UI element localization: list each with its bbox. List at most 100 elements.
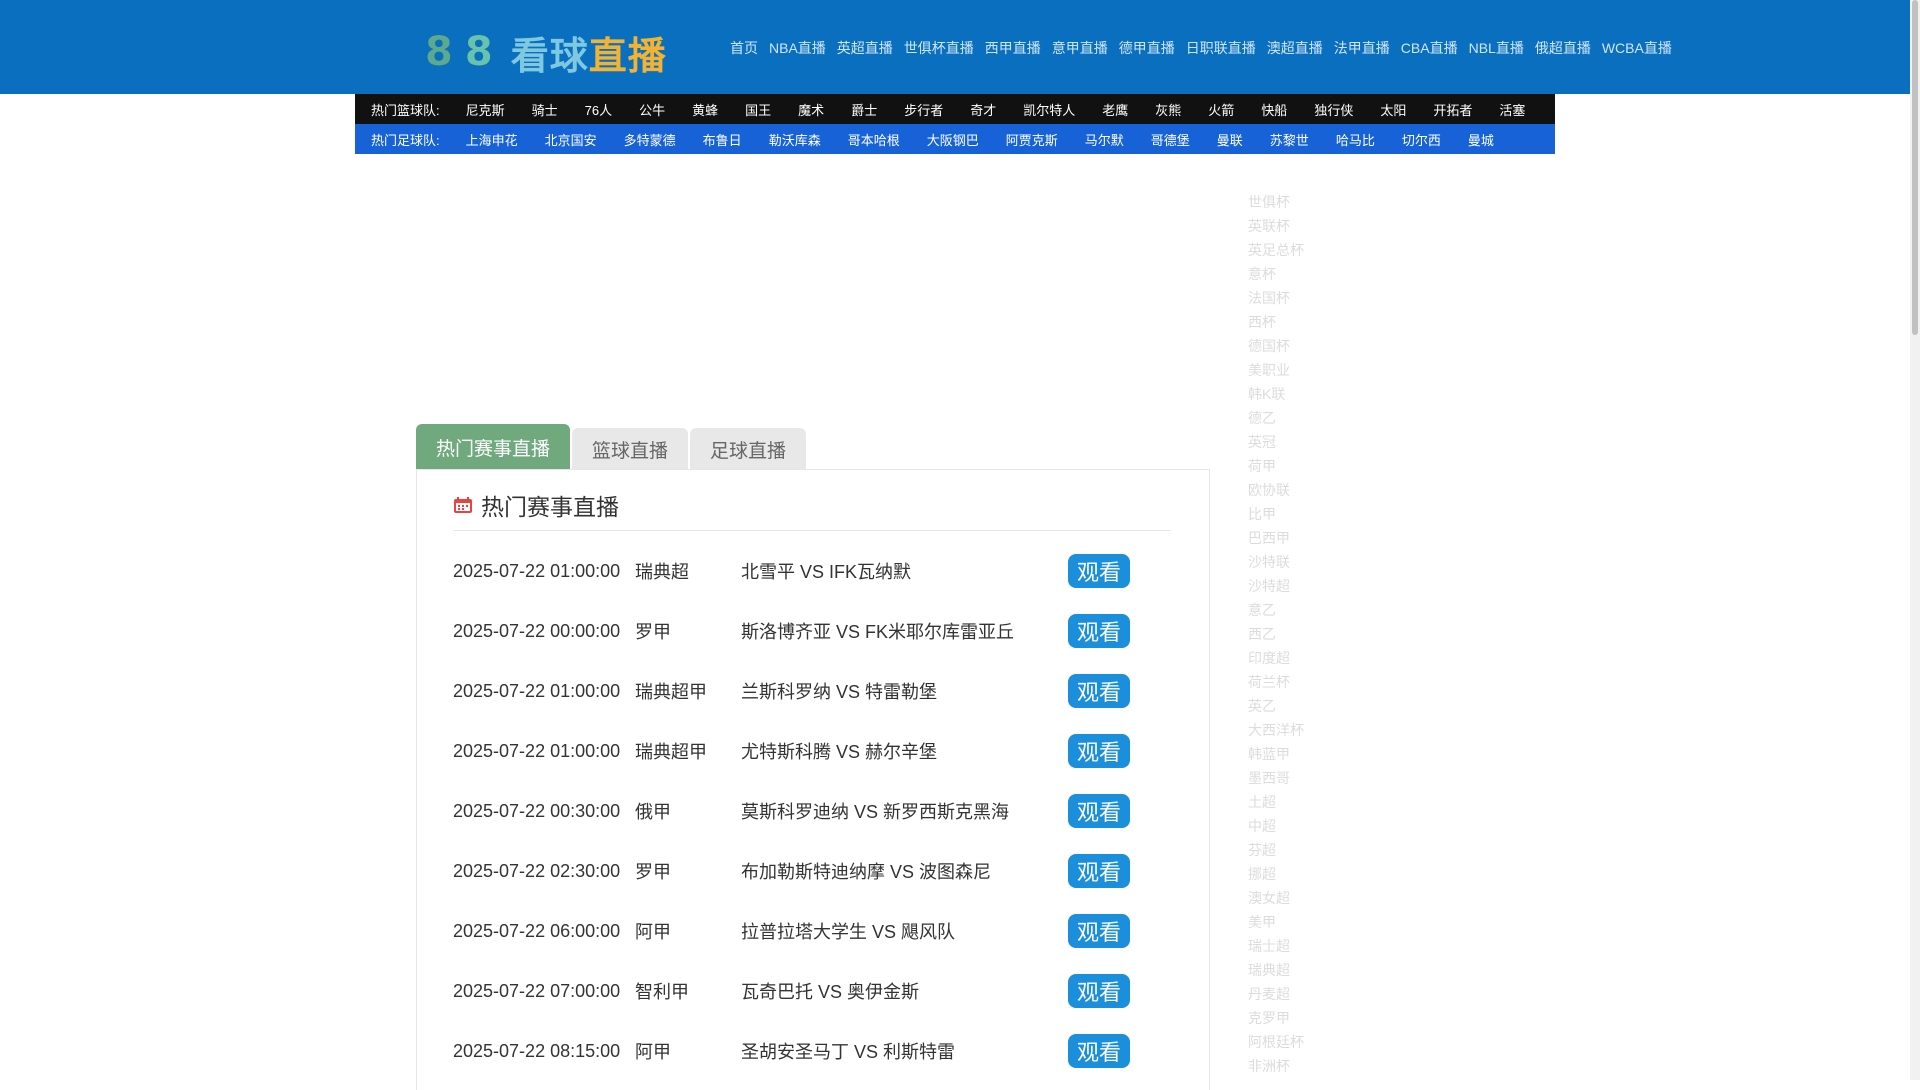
football-team-link[interactable]: 哥本哈根 (848, 130, 900, 149)
nav-link[interactable]: 英超直播 (837, 38, 893, 58)
league-link[interactable]: 意乙 (1248, 598, 1368, 622)
football-team-link[interactable]: 马尔默 (1085, 130, 1124, 149)
league-link[interactable]: 英足总杯 (1248, 238, 1368, 262)
football-team-link[interactable]: 大阪钢巴 (927, 130, 979, 149)
tab-football[interactable]: 足球直播 (690, 428, 807, 470)
football-team-link[interactable]: 布鲁日 (703, 130, 742, 149)
basketball-team-link[interactable]: 爵士 (851, 100, 877, 119)
match-teams[interactable]: 莫斯科罗迪纳 VS 新罗西斯克黑海 (741, 798, 1068, 824)
match-teams[interactable]: 斯洛博齐亚 VS FK米耶尔库雷亚丘 (741, 618, 1068, 644)
league-link[interactable]: 瑞士超 (1248, 934, 1368, 958)
football-team-link[interactable]: 切尔西 (1402, 130, 1441, 149)
league-link[interactable]: 美职业 (1248, 358, 1368, 382)
basketball-team-link[interactable]: 76人 (585, 100, 612, 119)
site-logo[interactable]: 8 8 看球直播 (425, 28, 667, 78)
football-team-link[interactable]: 多特蒙德 (624, 130, 676, 149)
basketball-team-link[interactable]: 奇才 (970, 100, 996, 119)
tab-basketball[interactable]: 篮球直播 (572, 428, 689, 470)
football-team-link[interactable]: 哥德堡 (1151, 130, 1190, 149)
football-team-link[interactable]: 阿贾克斯 (1006, 130, 1058, 149)
league-link[interactable]: 德国杯 (1248, 334, 1368, 358)
football-team-link[interactable]: 曼城 (1468, 130, 1494, 149)
football-team-link[interactable]: 曼联 (1217, 130, 1243, 149)
nav-link[interactable]: 意甲直播 (1052, 38, 1108, 58)
basketball-team-link[interactable]: 独行侠 (1314, 100, 1353, 119)
football-team-link[interactable]: 上海申花 (466, 130, 518, 149)
basketball-team-link[interactable]: 快船 (1261, 100, 1287, 119)
match-teams[interactable]: 北雪平 VS IFK瓦纳默 (741, 558, 1068, 584)
league-link[interactable]: 英冠 (1248, 430, 1368, 454)
watch-button[interactable]: 观看 (1068, 974, 1130, 1008)
match-teams[interactable]: 圣胡安圣马丁 VS 利斯特雷 (741, 1038, 1068, 1064)
league-link[interactable]: 韩K联 (1248, 382, 1368, 406)
league-link[interactable]: 澳女超 (1248, 886, 1368, 910)
basketball-team-link[interactable]: 国王 (745, 100, 771, 119)
basketball-team-link[interactable]: 魔术 (798, 100, 824, 119)
nav-link[interactable]: WCBA直播 (1602, 38, 1672, 58)
nav-link[interactable]: 日职联直播 (1186, 38, 1256, 58)
league-link[interactable]: 土超 (1248, 790, 1368, 814)
league-link[interactable]: 大西洋杯 (1248, 718, 1368, 742)
league-link[interactable]: 西杯 (1248, 310, 1368, 334)
nav-link[interactable]: 首页 (730, 38, 758, 58)
league-link[interactable]: 英乙 (1248, 694, 1368, 718)
nav-link[interactable]: 法甲直播 (1334, 38, 1390, 58)
league-link[interactable]: 非洲杯 (1248, 1054, 1368, 1078)
league-link[interactable]: 克罗甲 (1248, 1006, 1368, 1030)
match-teams[interactable]: 尤特斯科腾 VS 赫尔辛堡 (741, 738, 1068, 764)
watch-button[interactable]: 观看 (1068, 794, 1130, 828)
watch-button[interactable]: 观看 (1068, 674, 1130, 708)
nav-link[interactable]: 西甲直播 (985, 38, 1041, 58)
basketball-team-link[interactable]: 老鹰 (1102, 100, 1128, 119)
basketball-team-link[interactable]: 活塞 (1499, 100, 1525, 119)
match-teams[interactable]: 布加勒斯特迪纳摩 VS 波图森尼 (741, 858, 1068, 884)
nav-link[interactable]: 俄超直播 (1535, 38, 1591, 58)
basketball-team-link[interactable]: 尼克斯 (466, 100, 505, 119)
league-link[interactable]: 比甲 (1248, 502, 1368, 526)
league-link[interactable]: 意杯 (1248, 262, 1368, 286)
nav-link[interactable]: 世俱杯直播 (904, 38, 974, 58)
page-scrollbar[interactable] (1910, 0, 1920, 1080)
league-link[interactable]: 挪超 (1248, 862, 1368, 886)
league-link[interactable]: 印度超 (1248, 646, 1368, 670)
basketball-team-link[interactable]: 步行者 (904, 100, 943, 119)
league-link[interactable]: 阿根廷杯 (1248, 1030, 1368, 1054)
basketball-team-link[interactable]: 太阳 (1380, 100, 1406, 119)
basketball-team-link[interactable]: 火箭 (1208, 100, 1234, 119)
league-link[interactable]: 荷甲 (1248, 454, 1368, 478)
league-link[interactable]: 西乙 (1248, 622, 1368, 646)
basketball-team-link[interactable]: 开拓者 (1433, 100, 1472, 119)
league-link[interactable]: 荷兰杯 (1248, 670, 1368, 694)
league-link[interactable]: 韩蓝甲 (1248, 742, 1368, 766)
nav-link[interactable]: CBA直播 (1401, 38, 1458, 58)
nav-link[interactable]: 澳超直播 (1267, 38, 1323, 58)
league-link[interactable]: 法国杯 (1248, 286, 1368, 310)
football-team-link[interactable]: 苏黎世 (1270, 130, 1309, 149)
nav-link[interactable]: NBA直播 (769, 38, 826, 58)
league-link[interactable]: 美甲 (1248, 910, 1368, 934)
league-link[interactable]: 沙特超 (1248, 574, 1368, 598)
watch-button[interactable]: 观看 (1068, 734, 1130, 768)
scrollbar-thumb[interactable] (1912, 0, 1918, 335)
watch-button[interactable]: 观看 (1068, 1034, 1130, 1068)
basketball-team-link[interactable]: 灰熊 (1155, 100, 1181, 119)
tab-hot-events[interactable]: 热门赛事直播 (416, 424, 571, 470)
basketball-team-link[interactable]: 黄蜂 (692, 100, 718, 119)
basketball-team-link[interactable]: 骑士 (532, 100, 558, 119)
nav-link[interactable]: 德甲直播 (1119, 38, 1175, 58)
football-team-link[interactable]: 勒沃库森 (769, 130, 821, 149)
football-team-link[interactable]: 北京国安 (545, 130, 597, 149)
watch-button[interactable]: 观看 (1068, 914, 1130, 948)
league-link[interactable]: 英联杯 (1248, 214, 1368, 238)
match-teams[interactable]: 瓦奇巴托 VS 奥伊金斯 (741, 978, 1068, 1004)
match-teams[interactable]: 兰斯科罗纳 VS 特雷勒堡 (741, 678, 1068, 704)
league-link[interactable]: 巴西甲 (1248, 526, 1368, 550)
basketball-team-link[interactable]: 公牛 (639, 100, 665, 119)
league-link[interactable]: 德乙 (1248, 406, 1368, 430)
league-link[interactable]: 芬超 (1248, 838, 1368, 862)
watch-button[interactable]: 观看 (1068, 554, 1130, 588)
league-link[interactable]: 欧协联 (1248, 478, 1368, 502)
watch-button[interactable]: 观看 (1068, 614, 1130, 648)
league-link[interactable]: 瑞典超 (1248, 958, 1368, 982)
nav-link[interactable]: NBL直播 (1469, 38, 1524, 58)
